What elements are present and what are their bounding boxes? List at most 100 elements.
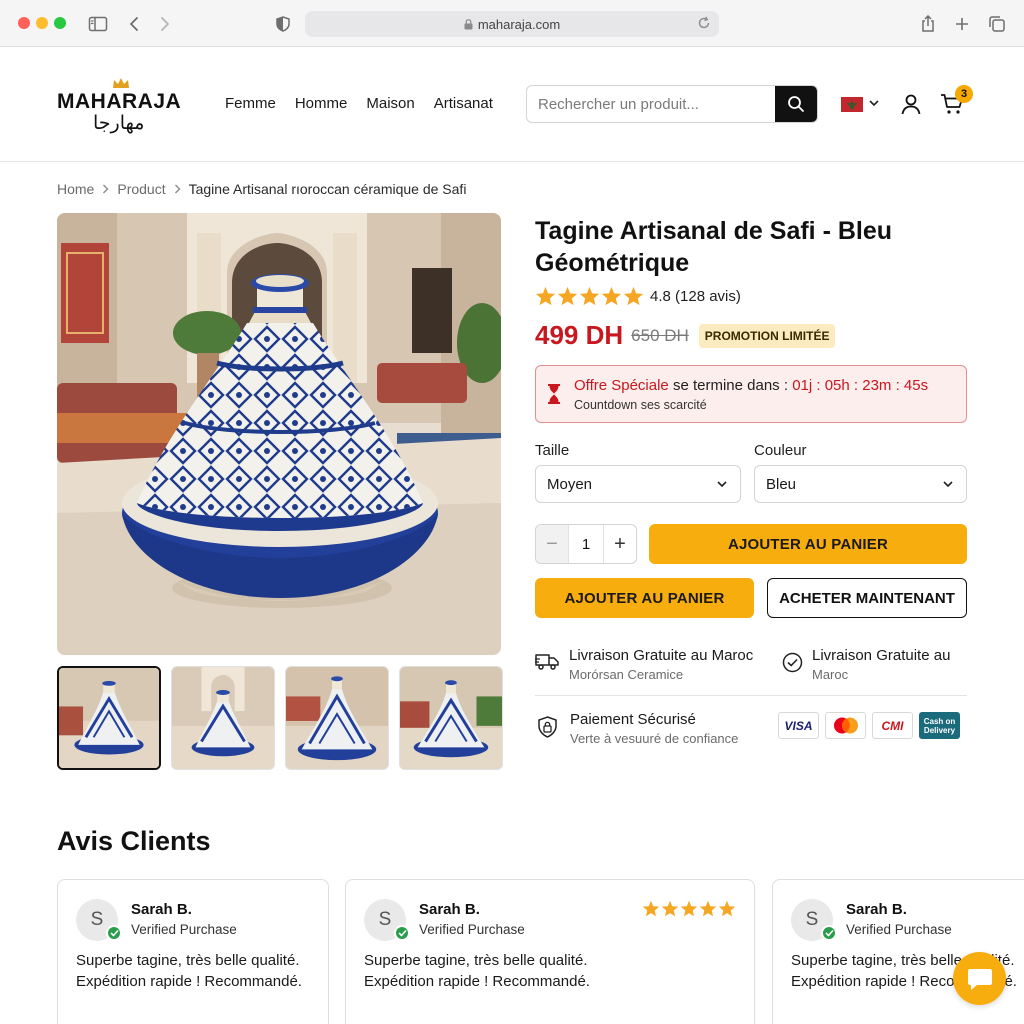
- language-chevron-down-icon[interactable]: [868, 97, 880, 109]
- search-bar: [526, 85, 818, 123]
- url-text: maharaja.com: [477, 16, 561, 32]
- search-input[interactable]: [527, 86, 777, 122]
- nav-item-femme[interactable]: Femme: [225, 95, 276, 112]
- offer-headline: Offre Spéciale se termine dans : 01j : 0…: [574, 377, 928, 394]
- morocco-flag-icon[interactable]: [841, 97, 863, 112]
- chat-icon: [967, 968, 992, 990]
- maximize-window-button[interactable]: [54, 17, 66, 29]
- offer-middle-text: se termine dans :: [668, 377, 793, 394]
- star-icon: [718, 900, 736, 917]
- thumbnail-3[interactable]: [285, 666, 389, 770]
- add-to-cart-button-primary[interactable]: AJOUTER AU PANIER: [649, 524, 967, 564]
- special-offer-banner: Offre Spéciale se termine dans : 01j : 0…: [535, 365, 967, 423]
- tab-overview-icon[interactable]: [985, 12, 1009, 36]
- close-window-button[interactable]: [18, 17, 30, 29]
- star-icon: [680, 900, 698, 917]
- free-delivery-feature-2: Livraison Gratuite au Maroc: [782, 647, 950, 682]
- size-value: Moyen: [547, 475, 593, 493]
- star-icon: [623, 286, 644, 306]
- chevron-right-icon: [102, 181, 109, 197]
- mastercard-logo: [825, 712, 866, 739]
- offer-label: Offre Spéciale: [574, 377, 669, 394]
- size-select[interactable]: Moyen: [535, 465, 741, 503]
- brand-name-arabic: مهارجا: [93, 112, 145, 134]
- quantity-decrease-button[interactable]: −: [536, 525, 568, 563]
- chevron-right-icon: [174, 181, 181, 197]
- offer-subtext: Countdown ses scarcité: [574, 398, 707, 412]
- product-title: Tagine Artisanal de Safi - Bleu Géométri…: [535, 217, 893, 277]
- countdown-timer: 01j : 05h : 23m : 45s: [792, 377, 929, 394]
- address-bar[interactable]: maharaja.com: [305, 11, 719, 37]
- cash-on-delivery-logo: Cash on Delivery: [919, 712, 960, 739]
- size-label: Taille: [535, 442, 570, 459]
- add-to-cart-button[interactable]: AJOUTER AU PANIER: [535, 578, 754, 618]
- buy-now-button[interactable]: ACHETER MAINTENANT: [767, 578, 967, 618]
- brand-name: MAHARAJA: [57, 90, 182, 113]
- thumbnail-strip: [57, 666, 503, 770]
- nav-item-homme[interactable]: Homme: [295, 95, 348, 112]
- product-rating[interactable]: 4.8 (128 avis): [535, 286, 741, 306]
- delivery-title: Livraison Gratuite au Maroc: [569, 647, 754, 664]
- breadcrumb-current: Tagine Artisanal rıoroccan céramique de …: [188, 181, 467, 197]
- promo-badge: PROMOTION LIMITÉE: [698, 323, 836, 348]
- search-button[interactable]: [775, 86, 817, 122]
- thumbnail-1[interactable]: [57, 666, 161, 770]
- current-price: 499 DH: [535, 320, 624, 350]
- star-icon: [642, 900, 660, 917]
- review-card: S Sarah B. Verified Purchase Superbe tag…: [57, 879, 329, 1024]
- forward-arrow-icon[interactable]: [153, 12, 177, 36]
- old-price: 650 DH: [631, 325, 689, 345]
- back-arrow-icon[interactable]: [122, 12, 146, 36]
- thumbnail-4[interactable]: [399, 666, 503, 770]
- star-icon: [601, 286, 622, 306]
- verified-check-icon: [394, 925, 410, 941]
- check-circle-icon: [782, 652, 803, 682]
- nav-item-artisanat[interactable]: Artisanat: [434, 95, 493, 112]
- star-icon: [557, 286, 578, 306]
- reviewer-name: Sarah B.: [131, 901, 192, 918]
- breadcrumb-product[interactable]: Product: [117, 181, 165, 197]
- rating-text: 4.8 (128 avis): [650, 287, 741, 305]
- visa-logo: VISA: [778, 712, 819, 739]
- star-icon: [579, 286, 600, 306]
- minimize-window-button[interactable]: [36, 17, 48, 29]
- site-header: MAHARAJA مهارجا Femme Homme Maison Artis…: [0, 48, 1024, 162]
- browser-toolbar: maharaja.com: [0, 0, 1024, 47]
- chevron-down-icon: [716, 478, 728, 490]
- lock-icon: [464, 18, 473, 30]
- brand-logo[interactable]: MAHARAJA مهارجا: [57, 74, 187, 134]
- main-nav: Femme Homme Maison Artisanat: [225, 95, 512, 112]
- verified-purchase-label: Verified Purchase: [846, 922, 952, 937]
- quantity-increase-button[interactable]: +: [604, 525, 636, 563]
- reviewer-name: Sarah B.: [846, 901, 907, 918]
- nav-item-maison[interactable]: Maison: [366, 95, 414, 112]
- quantity-value[interactable]: 1: [568, 525, 604, 563]
- breadcrumb-home[interactable]: Home: [57, 181, 94, 197]
- secure-payment-feature: Paiement Sécurisé Verte à vesuuré de con…: [538, 711, 738, 746]
- breadcrumb: Home Product Tagine Artisanal rıoroccan …: [57, 181, 466, 197]
- hourglass-icon: [547, 384, 561, 404]
- sidebar-toggle-icon[interactable]: [86, 12, 110, 36]
- user-account-icon[interactable]: [900, 93, 922, 115]
- color-value: Bleu: [766, 475, 797, 493]
- verified-purchase-label: Verified Purchase: [131, 922, 237, 937]
- delivery-truck-icon: [535, 652, 559, 682]
- privacy-shield-icon[interactable]: [271, 12, 295, 36]
- color-select[interactable]: Bleu: [754, 465, 967, 503]
- search-icon: [788, 96, 804, 112]
- chat-button[interactable]: [953, 952, 1006, 1005]
- rating-stars: [535, 286, 644, 306]
- share-icon[interactable]: [916, 12, 940, 36]
- verified-check-icon: [821, 925, 837, 941]
- star-icon: [535, 286, 556, 306]
- reload-icon[interactable]: [697, 16, 711, 30]
- color-label: Couleur: [754, 442, 807, 459]
- review-card: S Sarah B. Verified Purchase Superbe tag…: [345, 879, 755, 1024]
- thumbnail-2[interactable]: [171, 666, 275, 770]
- reviews-title: Avis Clients: [57, 826, 211, 856]
- delivery2-title: Livraison Gratuite au: [812, 647, 951, 664]
- star-icon: [699, 900, 717, 917]
- new-tab-icon[interactable]: [950, 12, 974, 36]
- review-text: Superbe tagine, très belle qualité. Expé…: [364, 952, 590, 990]
- product-main-image[interactable]: [57, 213, 501, 655]
